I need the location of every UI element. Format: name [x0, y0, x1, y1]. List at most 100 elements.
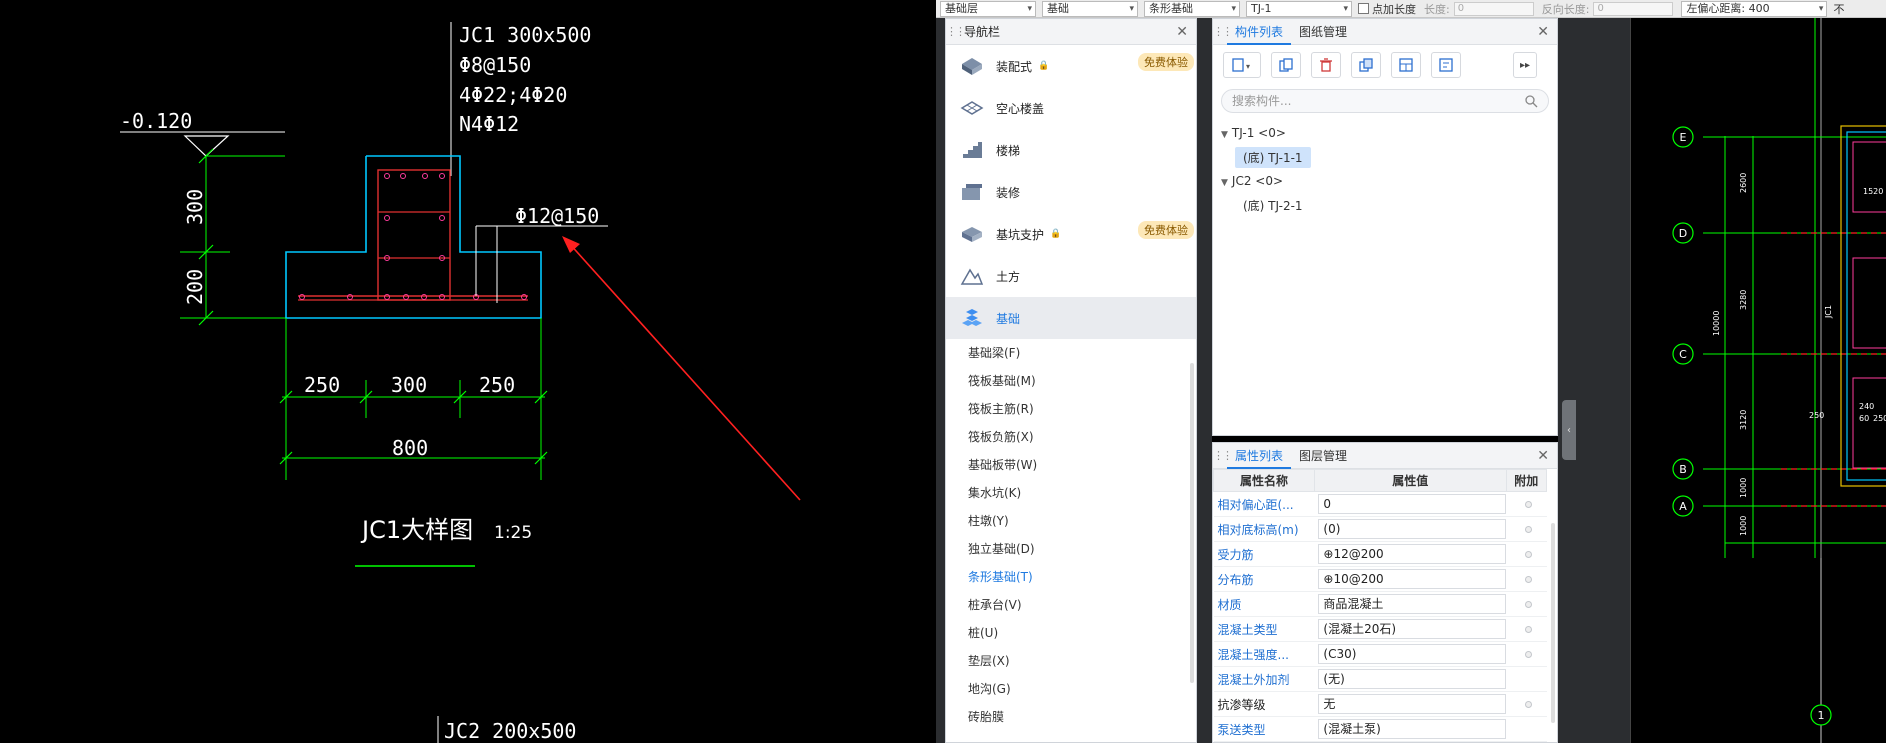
nav-sub-item[interactable]: 筏板主筋(R) — [946, 395, 1196, 423]
nav-sub-item[interactable]: 柱墩(Y) — [946, 507, 1196, 535]
drag-handle-icon[interactable]: ⋮⋮ — [1213, 25, 1233, 38]
add-checkbox[interactable] — [1524, 626, 1532, 633]
add-length-label: 点加长度 — [1372, 2, 1416, 16]
property-row[interactable]: 混凝土类型 (混凝土20石) — [1213, 616, 1547, 642]
property-value-input[interactable]: 0 — [1318, 494, 1507, 514]
tab-property-list[interactable]: 属性列表 — [1227, 443, 1292, 469]
property-value-input[interactable]: (C30) — [1318, 644, 1507, 664]
tab-layer-management[interactable]: 图层管理 — [1291, 443, 1355, 469]
cad-drawing-canvas[interactable]: -0.120 300 200 JC1 300x500 Φ8@150 4Φ22;4… — [0, 0, 936, 743]
property-row[interactable]: 混凝土外加剂 (无) — [1213, 666, 1547, 692]
left-offset-input[interactable]: 左偏心距离: 400 — [1681, 0, 1828, 17]
property-row[interactable]: 材质 商品混凝土 — [1213, 591, 1547, 617]
tab-component-list[interactable]: 构件列表 — [1227, 19, 1292, 45]
type-combo[interactable]: 条形基础 — [1144, 0, 1240, 17]
property-value-cell: 无 — [1314, 691, 1507, 717]
nav-sub-item[interactable]: 垫层(X) — [946, 647, 1196, 675]
caret-down-icon[interactable]: ▼ — [1221, 130, 1228, 140]
property-value-input[interactable]: 无 — [1318, 694, 1507, 714]
property-value-input[interactable]: (混凝土泵) — [1318, 719, 1507, 739]
length-input[interactable]: 0 — [1453, 1, 1534, 16]
component-search-input[interactable] — [1232, 94, 1512, 108]
nav-sub-item[interactable]: 集水坑(K) — [946, 479, 1196, 507]
nav-item-prefab[interactable]: 装配式 🔒 免费体验 — [946, 45, 1196, 87]
duplicate-button[interactable] — [1351, 52, 1381, 78]
property-value-input[interactable]: ⊕12@200 — [1318, 544, 1507, 564]
nav-sub-item[interactable]: 砖胎膜 — [946, 703, 1196, 731]
tree-item-tj-2-1[interactable]: (底) TJ-2-1 — [1213, 193, 1557, 217]
nav-item-earthwork[interactable]: 土方 — [946, 255, 1196, 297]
lock-icon: 🔒 — [1038, 61, 1050, 71]
nav-item-pit-support[interactable]: 基坑支护 🔒 免费体验 — [946, 213, 1196, 255]
nav-sub-item[interactable]: 基础梁(F) — [946, 339, 1196, 367]
property-row[interactable]: 相对偏心距(... 0 — [1213, 491, 1547, 517]
add-checkbox[interactable] — [1524, 701, 1532, 708]
nav-item-decoration[interactable]: 装修 — [946, 171, 1196, 213]
add-checkbox[interactable] — [1524, 551, 1532, 558]
nav-sub-item[interactable]: 桩承台(V) — [946, 591, 1196, 619]
property-value-input[interactable]: 商品混凝土 — [1318, 594, 1507, 614]
property-value-input[interactable]: (0) — [1318, 519, 1507, 539]
nav-item-stairs[interactable]: 楼梯 — [946, 129, 1196, 171]
property-value-input[interactable]: ⊕10@200 — [1318, 569, 1507, 589]
property-value-input[interactable]: (混凝土20石) — [1318, 619, 1507, 639]
tree-group-tj1[interactable]: ▼ TJ-1 <0> — [1213, 121, 1557, 145]
tree-group-jc2[interactable]: ▼ JC2 <0> — [1213, 169, 1557, 193]
detail-title: JC1大样图 — [360, 516, 473, 544]
property-value-input[interactable]: (无) — [1318, 669, 1507, 689]
nav-sub-item[interactable]: 筏板负筋(X) — [946, 423, 1196, 451]
nav-sub-item[interactable]: 筏板基础(M) — [946, 367, 1196, 395]
drag-handle-icon[interactable]: ⋮⋮ — [1213, 449, 1233, 462]
property-panel: ⋮⋮ 属性列表 图层管理 ✕ 属性名称 属性值 附加 相对偏心距(... 0 相对底… — [1212, 442, 1558, 743]
sort-button[interactable] — [1431, 52, 1461, 78]
caret-down-icon[interactable]: ▼ — [1221, 178, 1228, 188]
nav-item-hollow-slab[interactable]: 空心楼盖 — [946, 87, 1196, 129]
cad-plan-canvas[interactable]: E D C B A 1 2600 3280 3120 1000 1000 10000 15… — [1630, 18, 1886, 743]
layer-copy-button[interactable] — [1391, 52, 1421, 78]
floor-combo[interactable]: 基础层 — [940, 0, 1036, 17]
property-row[interactable]: 相对底标高(m) (0) — [1213, 516, 1547, 542]
add-length-checkbox[interactable] — [1358, 3, 1369, 14]
collapse-panel-button[interactable]: ‹ — [1562, 400, 1576, 460]
category-combo[interactable]: 基础 — [1042, 0, 1138, 17]
tab-drawing-management[interactable]: 图纸管理 — [1291, 19, 1355, 45]
property-scrollbar[interactable] — [1551, 523, 1555, 723]
pit-support-icon — [960, 222, 984, 246]
add-checkbox[interactable] — [1524, 651, 1532, 658]
add-checkbox[interactable] — [1524, 526, 1532, 533]
new-component-button[interactable]: ▾ — [1223, 52, 1261, 78]
close-icon[interactable]: ✕ — [1537, 448, 1549, 464]
property-row[interactable]: 泵送类型 (混凝土泵) — [1213, 716, 1547, 742]
property-row[interactable]: 抗渗等级无 — [1213, 691, 1547, 717]
nav-item-foundation[interactable]: 基础 — [946, 297, 1196, 339]
close-icon[interactable]: ✕ — [1176, 24, 1188, 40]
elevation-label: -0.120 — [120, 109, 192, 133]
delete-button[interactable] — [1311, 52, 1341, 78]
nav-sub-item[interactable]: 独立基础(D) — [946, 535, 1196, 563]
nav-scrollbar[interactable] — [1190, 363, 1194, 683]
property-row[interactable]: 受力筋 ⊕12@200 — [1213, 541, 1547, 567]
nav-item-label: 装修 — [996, 185, 1021, 200]
add-checkbox[interactable] — [1524, 501, 1532, 508]
nav-sub-item[interactable]: 基础板带(W) — [946, 451, 1196, 479]
nav-sub-item[interactable]: 桩(U) — [946, 619, 1196, 647]
free-trial-badge[interactable]: 免费体验 — [1138, 53, 1194, 71]
reverse-length-input[interactable]: 0 — [1593, 1, 1674, 16]
panel-gap — [1558, 18, 1630, 743]
drag-handle-icon[interactable]: ⋮⋮ — [946, 25, 966, 38]
tree-item-tj-1-1[interactable]: (底) TJ-1-1 — [1213, 145, 1557, 169]
copy-button[interactable] — [1271, 52, 1301, 78]
add-checkbox[interactable] — [1524, 576, 1532, 583]
close-icon[interactable]: ✕ — [1537, 24, 1549, 40]
free-trial-badge[interactable]: 免费体验 — [1138, 221, 1194, 239]
nav-sub-item[interactable]: 条形基础(T) — [946, 563, 1196, 591]
more-button[interactable]: ▸▸ — [1513, 52, 1537, 78]
property-row[interactable]: 分布筋 ⊕10@200 — [1213, 566, 1547, 592]
property-row[interactable]: 混凝土强度... (C30) — [1213, 641, 1547, 667]
plan-dim-250-a: 250 — [1809, 411, 1824, 420]
search-icon[interactable] — [1524, 94, 1538, 108]
nav-sub-item[interactable]: 地沟(G) — [946, 675, 1196, 703]
jc2-label: JC2 200x500 — [444, 719, 576, 743]
add-checkbox[interactable] — [1524, 601, 1532, 608]
component-combo[interactable]: TJ-1 — [1246, 0, 1352, 17]
